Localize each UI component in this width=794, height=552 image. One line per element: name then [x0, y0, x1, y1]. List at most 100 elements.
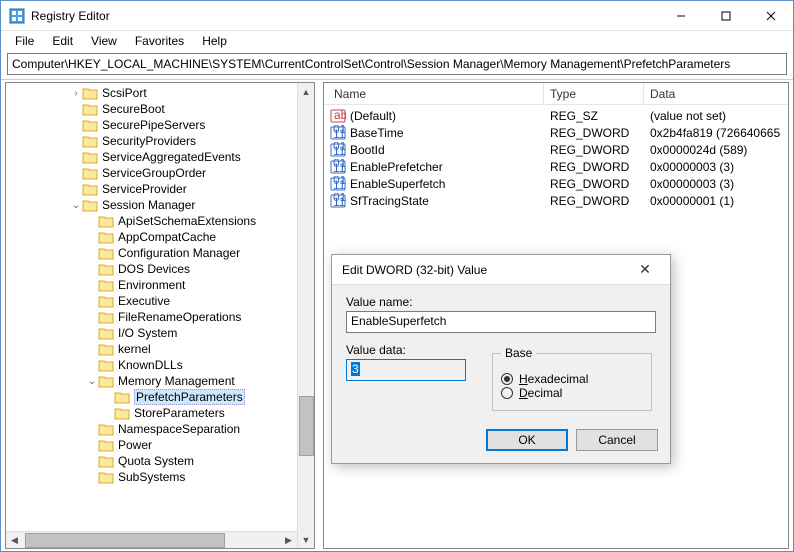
- tree-item[interactable]: I/O System: [6, 325, 314, 341]
- dialog-close-button[interactable]: ✕: [630, 261, 660, 278]
- value-row[interactable]: 011110EnablePrefetcherREG_DWORD0x0000000…: [324, 158, 788, 175]
- value-name: BaseTime: [350, 126, 550, 140]
- value-name-field[interactable]: EnableSuperfetch: [346, 311, 656, 333]
- tree-item[interactable]: ⌄ Session Manager: [6, 197, 314, 213]
- base-group: Base Hexadecimal Decimal: [492, 353, 652, 411]
- value-data-field[interactable]: 3: [346, 359, 466, 381]
- menu-file[interactable]: File: [7, 32, 42, 50]
- tree-item[interactable]: FileRenameOperations: [6, 309, 314, 325]
- close-button[interactable]: [748, 1, 793, 30]
- tree-scroll-v[interactable]: ▲ ▼: [297, 83, 314, 548]
- folder-icon: [114, 390, 130, 404]
- radio-hex-icon: [501, 373, 513, 385]
- radio-dec-icon: [501, 387, 513, 399]
- tree-item[interactable]: Power: [6, 437, 314, 453]
- tree-label: SecurePipeServers: [102, 118, 205, 132]
- titlebar[interactable]: Registry Editor: [1, 1, 793, 31]
- folder-icon: [82, 118, 98, 132]
- tree-item[interactable]: StoreParameters: [6, 405, 314, 421]
- scroll-down-icon[interactable]: ▼: [298, 531, 315, 548]
- menu-favorites[interactable]: Favorites: [127, 32, 192, 50]
- scroll-left-icon[interactable]: ◀: [6, 532, 23, 549]
- value-row[interactable]: 011110BootIdREG_DWORD0x0000024d (589): [324, 141, 788, 158]
- chevron-icon[interactable]: ⌄: [70, 200, 82, 211]
- tree-item[interactable]: ›ScsiPort: [6, 85, 314, 101]
- col-name[interactable]: Name: [324, 83, 544, 104]
- tree-label: Session Manager: [102, 198, 195, 212]
- window-title: Registry Editor: [31, 9, 658, 23]
- scroll-up-icon[interactable]: ▲: [298, 83, 315, 100]
- value-name: EnablePrefetcher: [350, 160, 550, 174]
- tree-label: Quota System: [118, 454, 194, 468]
- value-row[interactable]: ab(Default)REG_SZ(value not set): [324, 107, 788, 124]
- tree-label: DOS Devices: [118, 262, 190, 276]
- tree-item[interactable]: SecurityProviders: [6, 133, 314, 149]
- tree-item[interactable]: Executive: [6, 293, 314, 309]
- dword-value-icon: 011110: [330, 176, 346, 192]
- tree-label: Configuration Manager: [118, 246, 240, 260]
- tree-scroll-h[interactable]: ◀ ▶: [6, 531, 297, 548]
- value-name: (Default): [350, 109, 550, 123]
- col-data[interactable]: Data: [644, 83, 788, 104]
- tree-scroll-thumb[interactable]: [299, 396, 314, 456]
- cancel-button[interactable]: Cancel: [576, 429, 658, 451]
- dword-value-icon: 011110: [330, 142, 346, 158]
- tree-item[interactable]: Configuration Manager: [6, 245, 314, 261]
- value-row[interactable]: 011110SfTracingStateREG_DWORD0x00000001 …: [324, 192, 788, 209]
- folder-icon: [82, 86, 98, 100]
- tree-item[interactable]: Environment: [6, 277, 314, 293]
- tree-item[interactable]: NamespaceSeparation: [6, 421, 314, 437]
- folder-icon: [98, 246, 114, 260]
- registry-tree[interactable]: ›ScsiPortSecureBoot SecurePipeServersSecu…: [6, 83, 314, 548]
- tree-item[interactable]: SubSystems: [6, 469, 314, 485]
- tree-item[interactable]: KnownDLLs: [6, 357, 314, 373]
- dword-value-icon: 011110: [330, 193, 346, 209]
- folder-icon: [82, 102, 98, 116]
- scroll-right-icon[interactable]: ▶: [280, 532, 297, 549]
- tree-item[interactable]: ApiSetSchemaExtensions: [6, 213, 314, 229]
- value-row[interactable]: 011110BaseTimeREG_DWORD0x2b4fa819 (72664…: [324, 124, 788, 141]
- minimize-button[interactable]: [658, 1, 703, 30]
- value-type: REG_DWORD: [550, 177, 650, 191]
- tree-item[interactable]: kernel: [6, 341, 314, 357]
- dialog-titlebar[interactable]: Edit DWORD (32-bit) Value ✕: [332, 255, 670, 285]
- radio-dec[interactable]: Decimal: [501, 384, 643, 402]
- value-name-label: Value name:: [346, 295, 656, 309]
- address-bar[interactable]: Computer\HKEY_LOCAL_MACHINE\SYSTEM\Curre…: [7, 53, 787, 75]
- svg-text:110: 110: [333, 178, 346, 192]
- tree-item[interactable]: ServiceProvider: [6, 181, 314, 197]
- ok-button[interactable]: OK: [486, 429, 568, 451]
- col-type[interactable]: Type: [544, 83, 644, 104]
- value-data: 0x2b4fa819 (726640665: [650, 126, 788, 140]
- regedit-icon: [9, 8, 25, 24]
- dialog-title: Edit DWORD (32-bit) Value: [342, 263, 487, 277]
- tree-scroll-thumb-h[interactable]: [25, 533, 225, 548]
- maximize-button[interactable]: [703, 1, 748, 30]
- tree-item[interactable]: AppCompatCache: [6, 229, 314, 245]
- value-row[interactable]: 011110EnableSuperfetchREG_DWORD0x0000000…: [324, 175, 788, 192]
- tree-item[interactable]: PrefetchParameters: [6, 389, 314, 405]
- value-data: 0x00000003 (3): [650, 177, 788, 191]
- tree-item[interactable]: Quota System: [6, 453, 314, 469]
- tree-item[interactable]: SecurePipeServers: [6, 117, 314, 133]
- folder-icon: [82, 134, 98, 148]
- chevron-icon[interactable]: ›: [70, 88, 82, 99]
- string-value-icon: ab: [330, 108, 346, 124]
- folder-icon: [98, 454, 114, 468]
- chevron-icon[interactable]: ⌄: [86, 376, 98, 387]
- menu-edit[interactable]: Edit: [44, 32, 81, 50]
- tree-item[interactable]: DOS Devices: [6, 261, 314, 277]
- values-list[interactable]: ab(Default)REG_SZ(value not set)011110Ba…: [324, 105, 788, 211]
- tree-item[interactable]: ⌄Memory Management: [6, 373, 314, 389]
- splitter[interactable]: [315, 80, 319, 551]
- menu-view[interactable]: View: [83, 32, 125, 50]
- menu-help[interactable]: Help: [194, 32, 235, 50]
- tree-item[interactable]: SecureBoot: [6, 101, 314, 117]
- value-name: BootId: [350, 143, 550, 157]
- tree-label: SecureBoot: [102, 102, 165, 116]
- tree-item[interactable]: ServiceAggregatedEvents: [6, 149, 314, 165]
- value-type: REG_DWORD: [550, 160, 650, 174]
- dword-value-icon: 011110: [330, 125, 346, 141]
- tree-item[interactable]: ServiceGroupOrder: [6, 165, 314, 181]
- svg-text:ab: ab: [334, 108, 346, 122]
